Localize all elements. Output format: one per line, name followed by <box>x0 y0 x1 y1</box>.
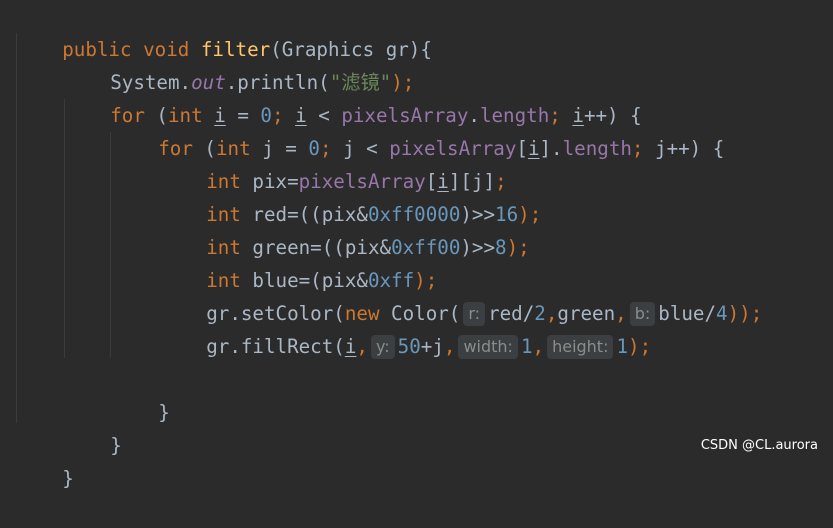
operator: )>> <box>460 236 496 259</box>
code-line-13[interactable]: } <box>64 396 122 457</box>
punctuation: ); <box>628 335 652 358</box>
punctuation: ]. <box>539 137 563 160</box>
method-call: gr.fillRect( <box>206 335 345 358</box>
parameter-hint: y: <box>370 335 395 359</box>
code-line-4[interactable]: for (int j = 0; j < pixelsArray[i].lengt… <box>112 99 724 160</box>
parameter-hint: width: <box>458 335 518 359</box>
watermark: CSDN @CL.aurora <box>700 438 818 453</box>
punctuation: , <box>532 335 545 358</box>
operator: j++) { <box>655 137 725 160</box>
punctuation: )); <box>727 302 763 325</box>
loop-variable: i <box>344 335 357 358</box>
code-editor[interactable]: public void filter(Graphics gr){ System.… <box>0 0 833 490</box>
number-literal: 50 <box>397 335 421 358</box>
field-ref: length <box>562 137 632 160</box>
code-line-6[interactable]: int red=((pix&0xff0000)>>16); <box>160 165 541 226</box>
indent-guide <box>110 132 111 358</box>
code-line-8[interactable]: int blue=(pix&0xff); <box>160 231 437 292</box>
code-line-7[interactable]: int green=((pix&0xff00)>>8); <box>160 198 529 259</box>
code-line-9[interactable]: gr.setColor(new Color(r: red/2,green, b: bl… <box>160 264 762 326</box>
number-literal: 1 <box>520 335 533 358</box>
punctuation: [ <box>516 137 528 160</box>
number-literal: 1 <box>616 335 629 358</box>
punctuation: ; <box>631 137 656 160</box>
punctuation: , <box>356 335 368 358</box>
closing-brace: } <box>158 401 170 424</box>
loop-variable: i <box>527 137 540 160</box>
number-literal: 4 <box>716 302 728 325</box>
expression: +j <box>420 335 444 358</box>
number-literal: 8 <box>495 236 507 259</box>
code-line-14[interactable]: } <box>16 429 74 490</box>
code-line-5[interactable]: int pix=pixelsArray[i][j]; <box>160 132 506 193</box>
code-line-10[interactable]: gr.fillRect(i, y: 50+j, width: 1, height: 1); <box>160 297 651 359</box>
closing-brace: } <box>110 434 122 457</box>
punctuation: ); <box>506 236 530 259</box>
punctuation: , <box>443 335 456 358</box>
expression: blue/ <box>658 302 717 325</box>
code-line-2[interactable]: System.out.println("滤镜"); <box>64 33 414 94</box>
parameter-hint: height: <box>547 335 614 359</box>
closing-brace: } <box>62 467 74 490</box>
code-line-3[interactable]: for (int i = 0; i < pixelsArray.length; … <box>64 66 641 127</box>
code-line-1[interactable]: public void filter(Graphics gr){ <box>16 0 432 61</box>
code-line-12[interactable]: } <box>112 363 170 424</box>
